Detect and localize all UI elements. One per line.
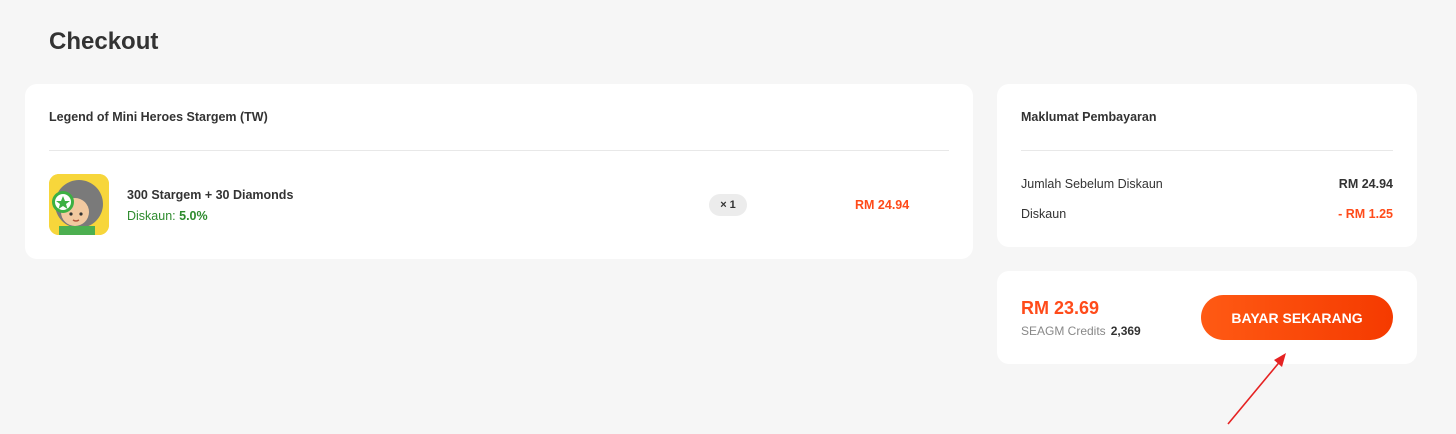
product-name: 300 Stargem + 30 Diamonds <box>127 188 294 202</box>
discount-value: 5.0% <box>179 209 208 223</box>
divider <box>49 150 949 151</box>
checkout-page: Checkout Legend of Mini Heroes Stargem (… <box>0 0 1456 434</box>
item-price: RM 24.94 <box>855 198 910 212</box>
seagm-credits: SEAGM Credits 2,369 <box>1021 324 1141 338</box>
pay-now-button[interactable]: BAYAR SEKARANG <box>1201 295 1393 340</box>
payment-info-title: Maklumat Pembayaran <box>1021 110 1157 124</box>
credits-label: SEAGM Credits <box>1021 324 1106 338</box>
product-discount: Diskaun: 5.0% <box>127 209 208 223</box>
annotation-arrow-icon <box>1227 353 1286 425</box>
quantity-badge: × 1 <box>709 194 747 216</box>
subtotal-value: RM 24.94 <box>1338 177 1393 191</box>
discount-label: Diskaun: <box>127 209 176 223</box>
payment-info-card: Maklumat Pembayaran Jumlah Sebelum Diska… <box>997 84 1417 247</box>
order-card: Legend of Mini Heroes Stargem (TW) 300 S… <box>25 84 973 259</box>
credits-value: 2,369 <box>1110 324 1141 338</box>
page-title: Checkout <box>49 28 159 55</box>
discount-row-value: - RM 1.25 <box>1338 207 1393 221</box>
payment-card: RM 23.69 SEAGM Credits 2,369 BAYAR SEKARA… <box>997 271 1417 364</box>
subtotal-label: Jumlah Sebelum Diskaun <box>1021 177 1163 191</box>
hero-avatar-icon <box>49 174 109 235</box>
game-title: Legend of Mini Heroes Stargem (TW) <box>49 110 268 124</box>
product-thumbnail <box>49 174 109 235</box>
divider <box>1021 150 1393 151</box>
discount-row-label: Diskaun <box>1021 207 1067 221</box>
total-amount: RM 23.69 <box>1021 298 1100 318</box>
